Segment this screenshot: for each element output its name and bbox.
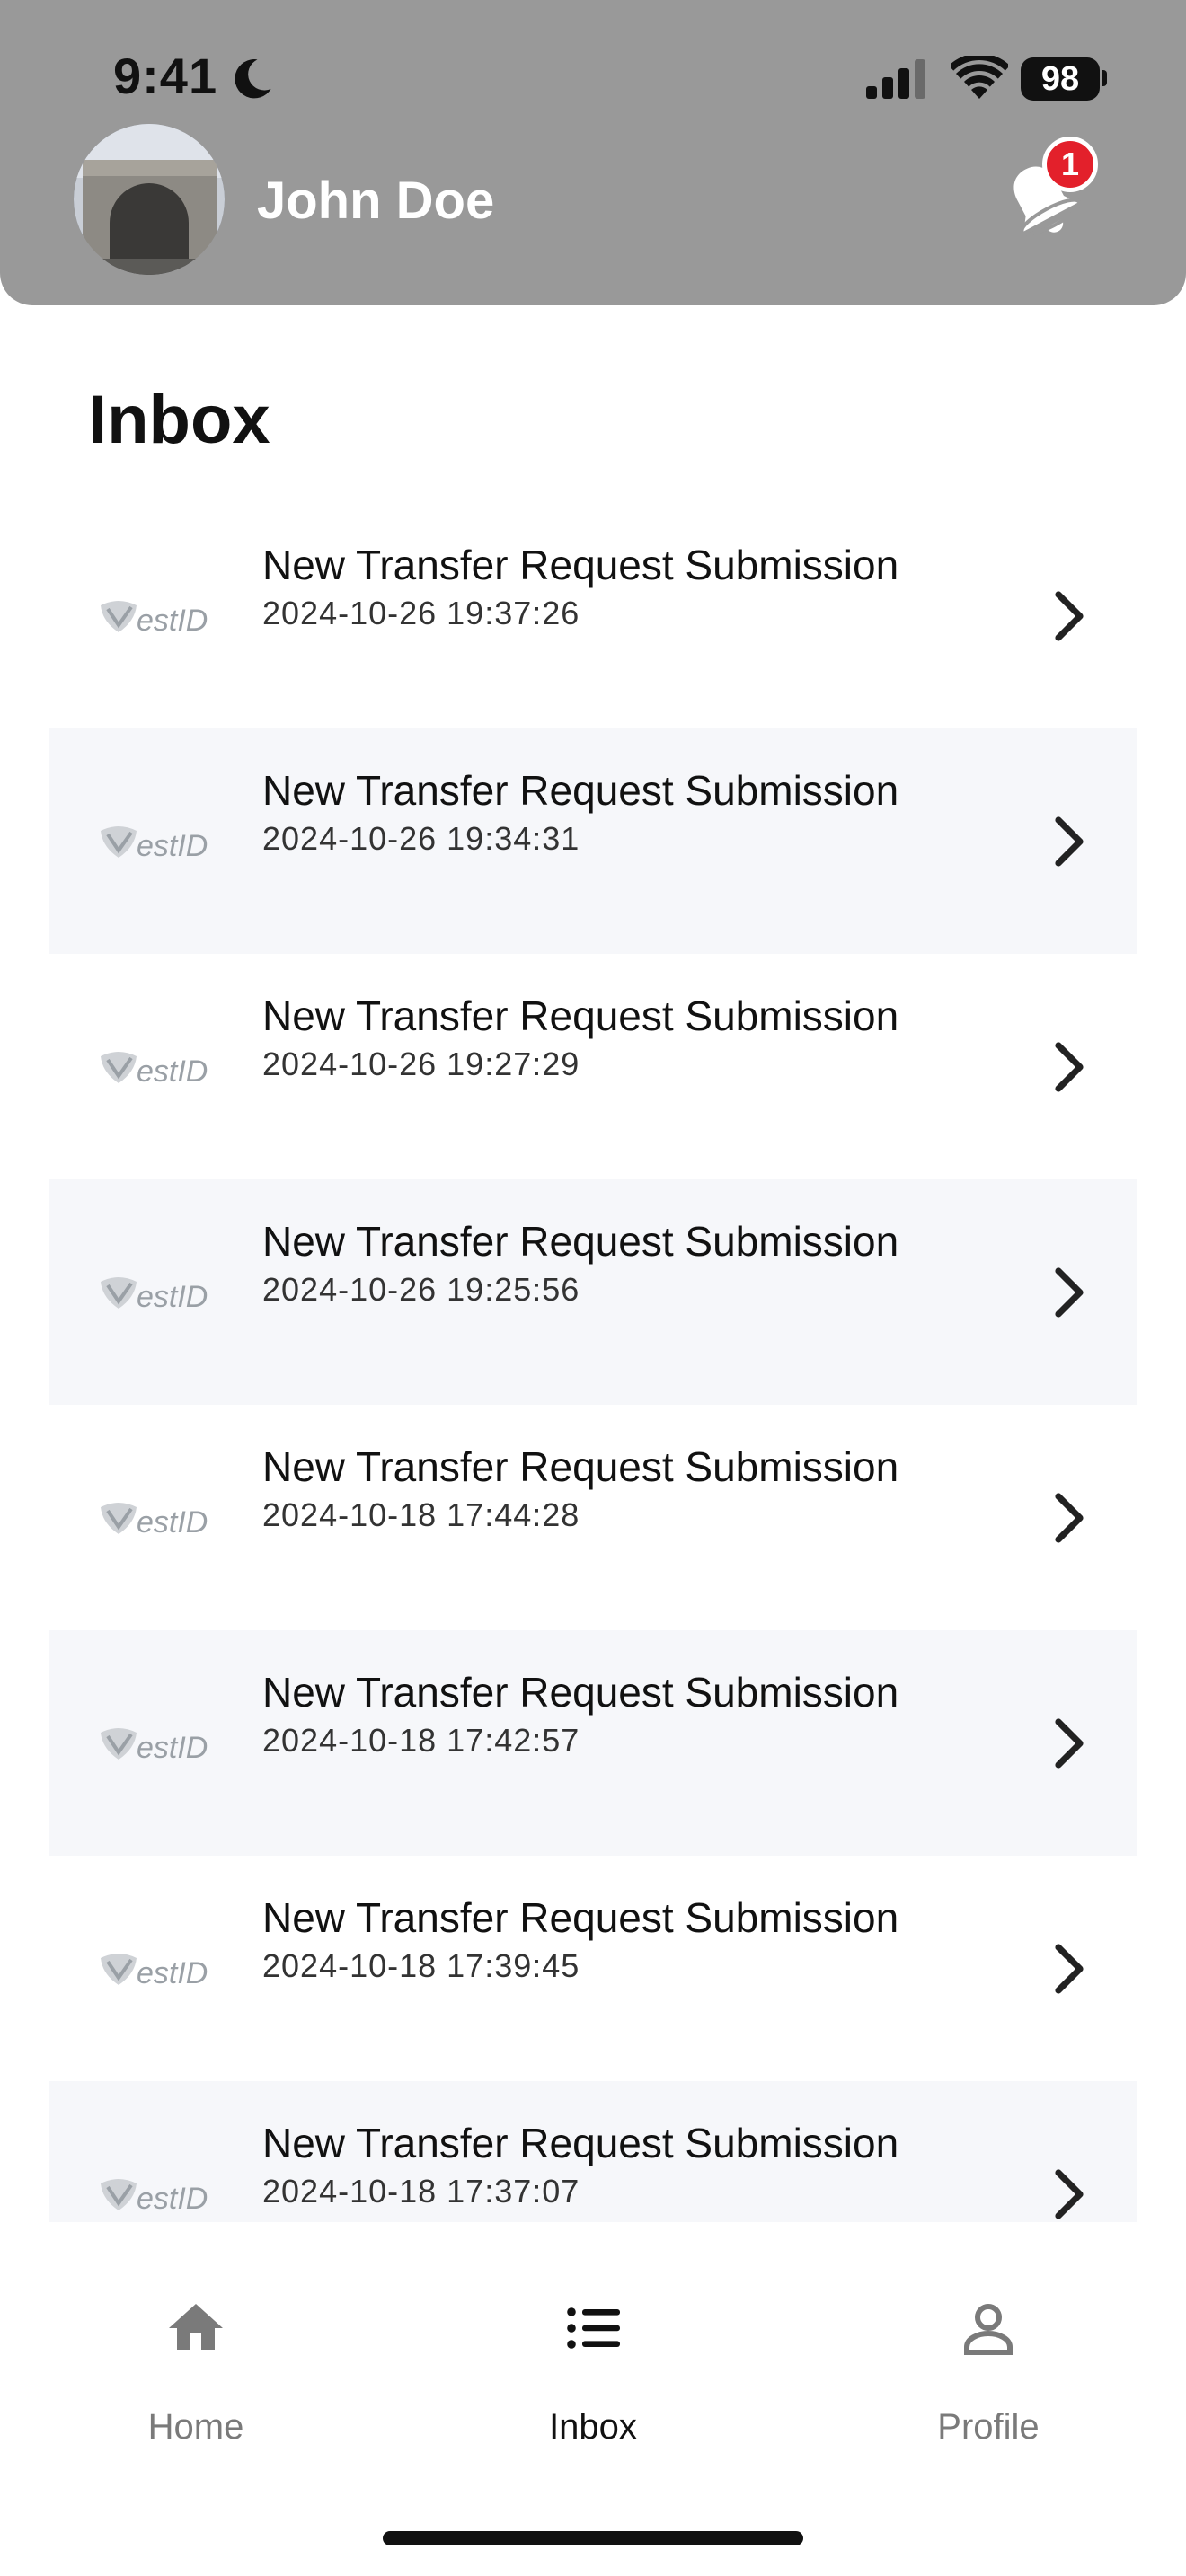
avatar-photo [74,124,225,275]
inbox-list[interactable]: estID New Transfer Request Submission 2024… [49,503,1137,2222]
home-indicator [383,2531,803,2545]
chevron-right-icon [1055,1267,1084,1318]
item-title: New Transfer Request Submission [262,542,899,588]
list-item[interactable]: estID New Transfer Request Submission 2024… [49,954,1137,1179]
battery-indicator: 98 [1021,57,1100,101]
item-timestamp: 2024-10-26 19:25:56 [262,1271,580,1308]
tab-bar: Home Inbox Profile [0,2254,1186,2447]
item-title: New Transfer Request Submission [262,992,899,1039]
chevron-right-icon [1055,1718,1084,1769]
user-name: John Doe [257,172,495,230]
list-item[interactable]: estID New Transfer Request Submission 2024… [49,1856,1137,2081]
list-item[interactable]: estID New Transfer Request Submission 2024… [49,1405,1137,1630]
item-title: New Transfer Request Submission [262,2120,899,2166]
vestid-logo: estID [101,826,208,863]
item-timestamp: 2024-10-26 19:27:29 [262,1045,580,1082]
home-icon [169,2304,223,2350]
item-title: New Transfer Request Submission [262,1894,899,1941]
item-title: New Transfer Request Submission [262,767,899,814]
vestid-logo: estID [101,1503,208,1539]
item-timestamp: 2024-10-26 19:37:26 [262,595,580,631]
tab-home[interactable]: Home [61,2254,331,2447]
battery-tip [1102,70,1107,86]
item-title: New Transfer Request Submission [262,1218,899,1265]
logo-text: estID [137,829,208,863]
item-timestamp: 2024-10-18 17:39:45 [262,1947,580,1984]
vestid-logo: estID [101,601,208,638]
tab-home-label: Home [147,2407,244,2447]
avatar[interactable] [74,124,225,275]
notification-badge: 1 [1042,137,1098,192]
page-title: Inbox [88,382,270,458]
tab-inbox[interactable]: Inbox [458,2254,728,2447]
vestid-logo: estID [101,1277,208,1314]
list-item[interactable]: estID New Transfer Request Submission 2024… [49,1630,1137,1856]
logo-text: estID [137,1280,208,1314]
vestid-logo: estID [101,2179,208,2216]
wifi-icon [951,56,1008,99]
item-timestamp: 2024-10-18 17:44:28 [262,1496,580,1533]
logo-text: estID [137,1054,208,1089]
list-item[interactable]: estID New Transfer Request Submission 2024… [49,1179,1137,1405]
chevron-right-icon [1055,2169,1084,2219]
chevron-right-icon [1055,1944,1084,1994]
tab-profile-label: Profile [937,2407,1040,2447]
cellular-signal-icon [866,59,925,99]
vestid-logo: estID [101,1728,208,1765]
status-time: 9:41 [113,48,218,104]
app-header: 9:41 98 John Doe 1 [0,0,1186,305]
person-icon [964,2304,1013,2355]
list-item[interactable]: estID New Transfer Request Submission 2024… [49,503,1137,728]
logo-text: estID [137,1505,208,1539]
moon-icon [235,59,271,99]
logo-text: estID [137,2182,208,2216]
tab-profile[interactable]: Profile [854,2254,1123,2447]
item-timestamp: 2024-10-18 17:42:57 [262,1722,580,1759]
chevron-right-icon [1055,1042,1084,1092]
chevron-right-icon [1055,816,1084,867]
item-title: New Transfer Request Submission [262,1669,899,1716]
item-timestamp: 2024-10-18 17:37:07 [262,2173,580,2210]
logo-text: estID [137,1731,208,1765]
logo-text: estID [137,604,208,638]
list-item[interactable]: estID New Transfer Request Submission 2024… [49,728,1137,954]
tab-inbox-label: Inbox [549,2407,637,2447]
item-title: New Transfer Request Submission [262,1443,899,1490]
vestid-logo: estID [101,1052,208,1089]
chevron-right-icon [1055,591,1084,641]
vestid-logo: estID [101,1954,208,1990]
list-item[interactable]: estID New Transfer Request Submission 2024… [49,2081,1137,2222]
logo-text: estID [137,1956,208,1990]
list-icon [567,2307,620,2349]
item-timestamp: 2024-10-26 19:34:31 [262,820,580,857]
chevron-right-icon [1055,1493,1084,1543]
